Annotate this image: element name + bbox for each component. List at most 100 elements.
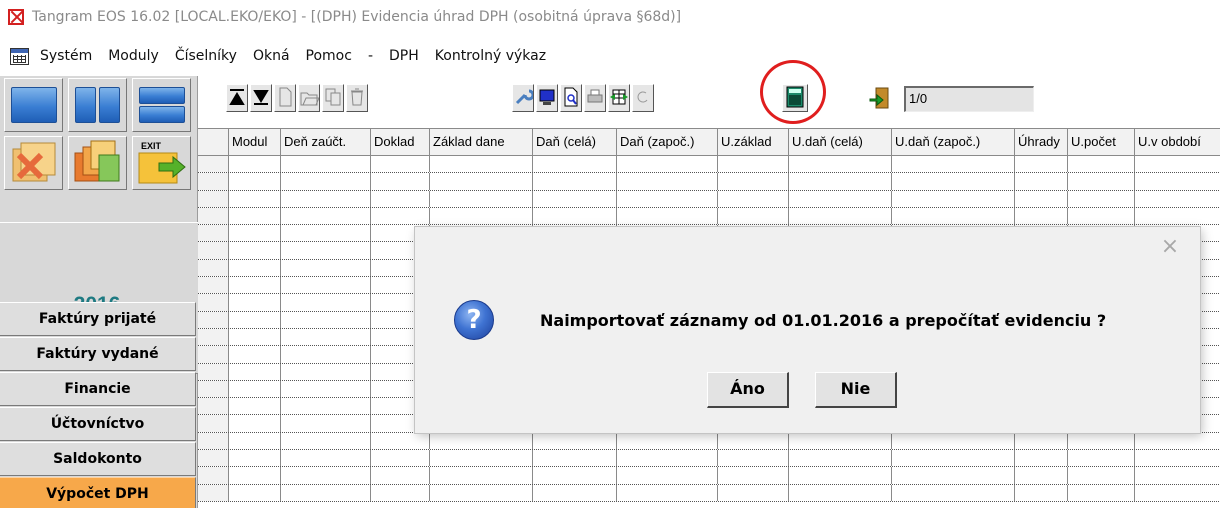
table-cell[interactable] — [371, 207, 430, 225]
table-cell[interactable] — [1068, 467, 1135, 484]
table-cell[interactable] — [281, 207, 371, 225]
table-cell[interactable] — [1135, 433, 1220, 449]
table-cell[interactable] — [229, 242, 281, 259]
column-header-zaklad-dane[interactable]: Základ dane — [430, 129, 533, 155]
table-cell[interactable] — [229, 484, 281, 501]
table-cell[interactable] — [229, 259, 281, 277]
table-cell[interactable] — [229, 328, 281, 346]
window-horizontal-button[interactable] — [132, 78, 191, 132]
column-header-modul[interactable]: Modul — [229, 129, 281, 155]
table-cell[interactable] — [430, 467, 533, 484]
table-cell[interactable] — [789, 156, 892, 173]
table-cell[interactable] — [1135, 191, 1220, 207]
table-cell[interactable] — [281, 450, 371, 467]
column-header-den-zauct[interactable]: Deň zaúčt. — [281, 129, 371, 155]
table-cell[interactable] — [229, 450, 281, 467]
table-cell[interactable] — [281, 277, 371, 294]
table-cell[interactable] — [1068, 190, 1135, 207]
table-cell[interactable] — [533, 467, 617, 484]
exit-button[interactable]: EXIT — [132, 136, 191, 190]
table-cell[interactable] — [789, 484, 892, 501]
table-cell[interactable] — [229, 225, 281, 242]
table-cell[interactable] — [281, 328, 371, 346]
table-cell[interactable] — [533, 207, 617, 225]
table-cell[interactable] — [1068, 432, 1135, 450]
table-cell[interactable] — [281, 380, 371, 398]
table-cell[interactable] — [1015, 173, 1068, 190]
table-cell[interactable] — [1135, 467, 1220, 483]
row-indicator[interactable] — [198, 328, 229, 346]
yes-button[interactable]: Áno — [707, 372, 789, 408]
column-header-u-v-obdobi[interactable]: U.v období — [1135, 129, 1220, 155]
table-cell[interactable] — [281, 156, 371, 173]
table-cell[interactable] — [430, 173, 533, 190]
table-cell[interactable] — [281, 294, 371, 311]
table-cell[interactable] — [718, 207, 789, 225]
delete-button[interactable] — [346, 84, 368, 112]
menu-moduly[interactable]: Moduly — [108, 48, 159, 64]
table-cell[interactable] — [892, 450, 1015, 467]
table-cell[interactable] — [281, 398, 371, 415]
table-cell[interactable] — [229, 363, 281, 380]
table-row[interactable] — [198, 173, 1220, 191]
row-indicator[interactable] — [198, 311, 229, 328]
table-cell[interactable] — [718, 432, 789, 450]
table-cell[interactable] — [1015, 190, 1068, 207]
table-cell[interactable] — [892, 173, 1015, 190]
table-cell[interactable] — [371, 432, 430, 450]
table-cell[interactable] — [229, 467, 281, 484]
table-cell[interactable] — [1015, 467, 1068, 484]
table-cell[interactable] — [892, 156, 1015, 173]
table-cell[interactable] — [617, 467, 718, 484]
close-icon[interactable]: × — [1158, 235, 1182, 259]
table-cell[interactable] — [617, 432, 718, 450]
table-cell[interactable] — [1015, 484, 1068, 501]
table-cell[interactable] — [892, 484, 1015, 501]
menu-kontrolny-vykaz[interactable]: Kontrolný výkaz — [435, 48, 546, 64]
table-cell[interactable] — [718, 450, 789, 467]
table-cell[interactable] — [789, 173, 892, 190]
table-cell[interactable] — [371, 190, 430, 207]
table-cell[interactable] — [229, 432, 281, 450]
column-header-dan-zapoc[interactable]: Daň (započ.) — [617, 129, 718, 155]
table-cell[interactable] — [371, 450, 430, 467]
table-cell[interactable] — [281, 311, 371, 328]
exit-door-button[interactable] — [868, 85, 896, 113]
column-header-u-dan-cela[interactable]: U.daň (celá) — [789, 129, 892, 155]
table-cell[interactable] — [1068, 207, 1135, 225]
column-header-u-zaklad[interactable]: U.základ — [718, 129, 789, 155]
cascade-windows-button[interactable] — [68, 136, 127, 190]
preview-button[interactable] — [560, 84, 582, 112]
screen-button[interactable] — [536, 84, 558, 112]
table-cell[interactable] — [371, 173, 430, 190]
table-cell[interactable] — [281, 415, 371, 432]
table-row[interactable] — [198, 156, 1220, 174]
table-cell[interactable] — [1135, 208, 1220, 224]
row-indicator[interactable] — [198, 277, 229, 294]
table-cell[interactable] — [1015, 432, 1068, 450]
table-cell[interactable] — [229, 207, 281, 225]
table-cell[interactable] — [718, 173, 789, 190]
new-document-button[interactable] — [274, 84, 296, 112]
table-cell[interactable] — [1068, 156, 1135, 173]
table-cell[interactable] — [718, 190, 789, 207]
column-header-doklad[interactable]: Doklad — [371, 129, 430, 155]
table-cell[interactable] — [229, 156, 281, 173]
table-cell[interactable] — [617, 484, 718, 501]
menu-system[interactable]: Systém — [40, 48, 92, 64]
table-cell[interactable] — [789, 467, 892, 484]
nav-financie[interactable]: Financie — [0, 372, 196, 406]
row-indicator[interactable] — [198, 225, 229, 242]
nav-faktury-prijate[interactable]: Faktúry prijaté — [0, 302, 196, 336]
table-cell[interactable] — [281, 225, 371, 242]
table-cell[interactable] — [281, 467, 371, 484]
table-cell[interactable] — [533, 484, 617, 501]
table-cell[interactable] — [229, 415, 281, 432]
menu-dph[interactable]: DPH — [389, 48, 419, 64]
table-cell[interactable] — [617, 190, 718, 207]
table-cell[interactable] — [1068, 173, 1135, 190]
row-indicator[interactable] — [198, 190, 229, 207]
table-cell[interactable] — [892, 190, 1015, 207]
table-cell[interactable] — [281, 346, 371, 363]
menu-ciselniky[interactable]: Číselníky — [175, 48, 237, 64]
